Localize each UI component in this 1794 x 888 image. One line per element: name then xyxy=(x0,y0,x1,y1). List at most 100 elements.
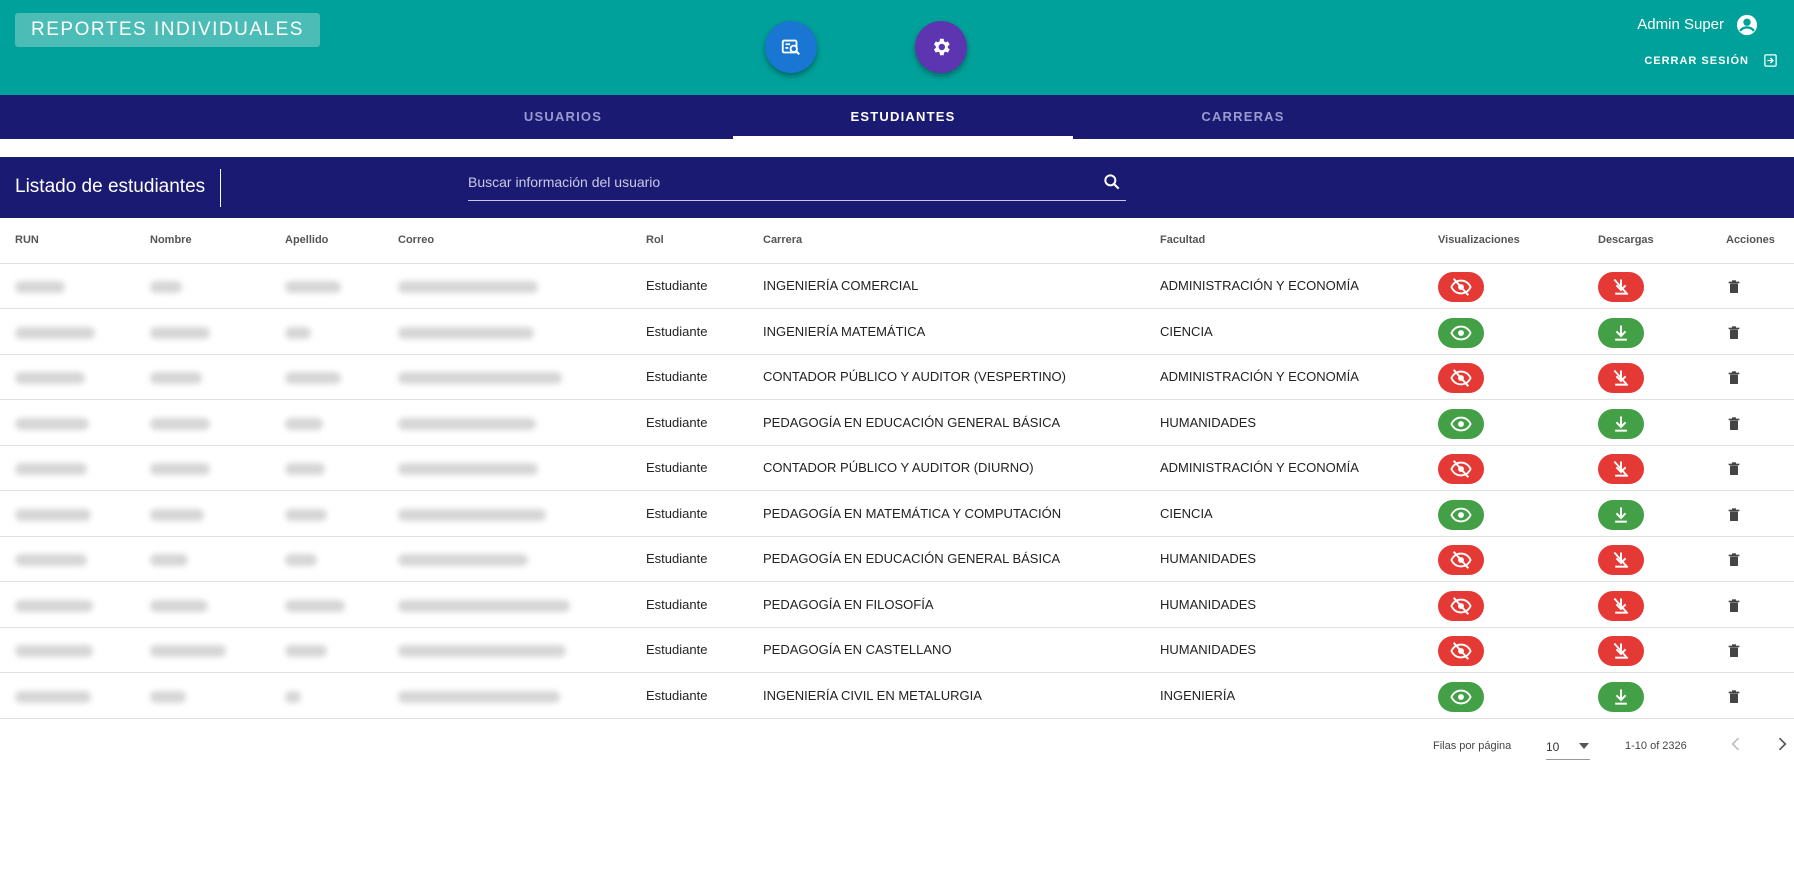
toggle-descarga-button[interactable] xyxy=(1598,454,1644,484)
toggle-descarga-button[interactable] xyxy=(1598,681,1644,712)
tab-usuarios[interactable]: USUARIOS xyxy=(393,95,733,139)
cell-facultad: HUMANIDADES xyxy=(1160,414,1257,430)
redacted-run xyxy=(15,463,87,475)
delete-icon[interactable] xyxy=(1726,552,1742,568)
cell-carrera: INGENIERÍA MATEMÁTICA xyxy=(763,323,926,339)
logout-icon[interactable] xyxy=(1763,53,1778,68)
delete-icon[interactable] xyxy=(1726,279,1742,295)
toggle-visualizacion-button[interactable] xyxy=(1438,636,1484,666)
redacted-apellido xyxy=(285,417,323,430)
toggle-visualizacion-button[interactable] xyxy=(1438,681,1484,712)
cell-carrera: PEDAGOGÍA EN CASTELLANO xyxy=(763,642,952,657)
cell-rol: Estudiante xyxy=(646,596,708,612)
visibility-off-icon xyxy=(1450,596,1472,615)
report-search-icon xyxy=(781,39,800,56)
redacted-nombre xyxy=(150,690,186,703)
toggle-descarga-button[interactable] xyxy=(1598,408,1644,439)
delete-icon[interactable] xyxy=(1726,416,1742,432)
pagination-bar: Filas por página 10 1-10 of 2326 xyxy=(0,718,1794,774)
cell-facultad: CIENCIA xyxy=(1160,323,1213,339)
redacted-nombre xyxy=(150,599,208,612)
toggle-descarga-button[interactable] xyxy=(1598,545,1644,575)
toolbar-divider xyxy=(220,169,221,207)
rows-per-page-select[interactable]: 10 xyxy=(1546,732,1590,760)
cell-carrera: CONTADOR PÚBLICO Y AUDITOR (VESPERTINO) xyxy=(763,369,1066,384)
toggle-visualizacion-button[interactable] xyxy=(1438,454,1484,484)
cell-facultad: HUMANIDADES xyxy=(1160,596,1257,612)
delete-icon[interactable] xyxy=(1726,689,1742,705)
download-off-icon xyxy=(1613,597,1629,614)
search-input[interactable] xyxy=(468,171,1088,193)
toggle-visualizacion-button[interactable] xyxy=(1438,363,1484,393)
toggle-descarga-button[interactable] xyxy=(1598,590,1644,621)
download-off-icon xyxy=(1613,460,1629,478)
download-icon xyxy=(1615,689,1627,705)
redacted-nombre xyxy=(150,372,202,384)
account-circle-icon[interactable] xyxy=(1736,14,1758,36)
cell-carrera: CONTADOR PÚBLICO Y AUDITOR (DIURNO) xyxy=(763,460,1034,475)
cell-carrera: PEDAGOGÍA EN MATEMÁTICA Y COMPUTACIÓN xyxy=(763,505,1062,521)
visibility-off-icon xyxy=(1450,460,1472,478)
report-search-button[interactable] xyxy=(765,21,817,73)
rows-per-page-label: Filas por página xyxy=(1433,740,1512,752)
redacted-run xyxy=(15,372,85,384)
cell-rol: Estudiante xyxy=(646,551,708,566)
download-off-icon xyxy=(1613,278,1629,296)
delete-icon[interactable] xyxy=(1726,325,1742,341)
toggle-descarga-button[interactable] xyxy=(1598,363,1644,393)
toggle-visualizacion-button[interactable] xyxy=(1438,499,1484,530)
toggle-visualizacion-button[interactable] xyxy=(1438,545,1484,575)
download-icon xyxy=(1615,507,1627,523)
list-toolbar: Listado de estudiantes xyxy=(0,157,1794,218)
cell-rol: Estudiante xyxy=(646,323,708,339)
redacted-nombre xyxy=(150,417,210,430)
settings-button[interactable] xyxy=(915,21,967,73)
download-off-icon xyxy=(1613,642,1629,660)
column-header-acciones: Acciones xyxy=(1726,234,1775,246)
redacted-run xyxy=(15,417,89,430)
delete-icon[interactable] xyxy=(1726,461,1742,477)
column-header-correo: Correo xyxy=(398,234,435,246)
redacted-apellido xyxy=(285,463,325,475)
redacted-correo xyxy=(398,372,562,384)
toggle-descarga-button[interactable] xyxy=(1598,636,1644,666)
delete-icon[interactable] xyxy=(1726,370,1742,386)
column-header-apellido: Apellido xyxy=(285,234,329,246)
chevron-right-icon[interactable] xyxy=(1772,734,1792,754)
redacted-apellido xyxy=(285,690,301,703)
redacted-correo xyxy=(398,281,538,293)
logout-button[interactable]: CERRAR SESIÓN xyxy=(1644,55,1749,67)
column-header-run: RUN xyxy=(15,234,39,246)
toggle-descarga-button[interactable] xyxy=(1598,499,1644,530)
cell-facultad: HUMANIDADES xyxy=(1160,551,1257,566)
column-header-carrera: Carrera xyxy=(763,234,803,246)
cell-carrera: INGENIERÍA CIVIL EN METALURGIA xyxy=(763,687,982,703)
tab-carreras[interactable]: CARRERAS xyxy=(1073,95,1413,139)
delete-icon[interactable] xyxy=(1726,598,1742,614)
redacted-correo xyxy=(398,690,560,703)
cell-carrera: PEDAGOGÍA EN FILOSOFÍA xyxy=(763,596,934,612)
table-row: Estudiante PEDAGOGÍA EN CASTELLANO HUMANID… xyxy=(0,628,1794,673)
rows-per-page-value: 10 xyxy=(1546,740,1560,754)
redacted-apellido xyxy=(285,508,327,521)
toggle-descarga-button[interactable] xyxy=(1598,272,1644,302)
column-header-descargas: Descargas xyxy=(1598,234,1654,246)
delete-icon[interactable] xyxy=(1726,507,1742,523)
table-row: Estudiante PEDAGOGÍA EN FILOSOFÍA HUMANIDA… xyxy=(0,583,1794,628)
toggle-visualizacion-button[interactable] xyxy=(1438,272,1484,302)
redacted-correo xyxy=(398,326,534,339)
redacted-correo xyxy=(398,645,566,657)
redacted-run xyxy=(15,599,93,612)
chevron-left-icon[interactable] xyxy=(1726,734,1746,754)
toggle-descarga-button[interactable] xyxy=(1598,317,1644,348)
toggle-visualizacion-button[interactable] xyxy=(1438,317,1484,348)
delete-icon[interactable] xyxy=(1726,643,1742,659)
redacted-apellido xyxy=(285,372,341,384)
tab-estudiantes[interactable]: ESTUDIANTES xyxy=(733,95,1073,139)
table-row: Estudiante PEDAGOGÍA EN EDUCACIÓN GENERAL… xyxy=(0,401,1794,446)
search-icon[interactable] xyxy=(1102,172,1122,192)
redacted-apellido xyxy=(285,281,341,293)
toggle-visualizacion-button[interactable] xyxy=(1438,408,1484,439)
toggle-visualizacion-button[interactable] xyxy=(1438,590,1484,621)
pagination-range: 1-10 of 2326 xyxy=(1625,740,1687,752)
